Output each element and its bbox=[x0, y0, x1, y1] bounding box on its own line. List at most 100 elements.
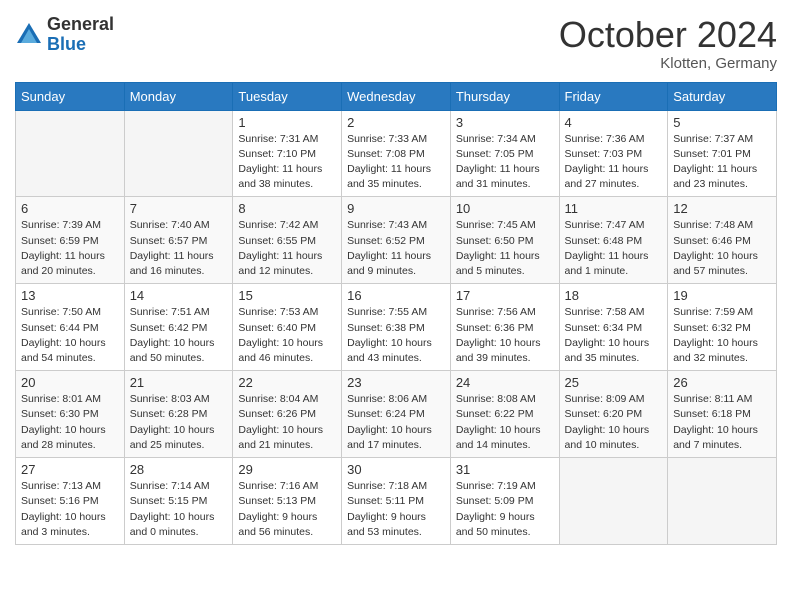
day-info: Sunrise: 7:47 AM Sunset: 6:48 PM Dayligh… bbox=[565, 218, 663, 279]
day-info: Sunrise: 8:08 AM Sunset: 6:22 PM Dayligh… bbox=[456, 392, 554, 453]
day-info: Sunrise: 7:55 AM Sunset: 6:38 PM Dayligh… bbox=[347, 305, 445, 366]
calendar-cell: 17 Sunrise: 7:56 AM Sunset: 6:36 PM Dayli… bbox=[450, 284, 559, 371]
calendar-cell: 12 Sunrise: 7:48 AM Sunset: 6:46 PM Dayli… bbox=[668, 197, 777, 284]
calendar-cell: 1Sunrise: 7:31 AM Sunset: 7:10 PM Daylig… bbox=[233, 110, 342, 197]
logo: General Blue bbox=[15, 15, 114, 55]
day-number: 11 bbox=[565, 201, 663, 216]
day-info: Sunrise: 7:58 AM Sunset: 6:34 PM Dayligh… bbox=[565, 305, 663, 366]
day-number: 10 bbox=[456, 201, 554, 216]
day-number: 5 bbox=[673, 115, 771, 130]
day-number: 9 bbox=[347, 201, 445, 216]
calendar-table: SundayMondayTuesdayWednesdayThursdayFrid… bbox=[15, 82, 777, 545]
day-info: Sunrise: 7:50 AM Sunset: 6:44 PM Dayligh… bbox=[21, 305, 119, 366]
day-info: Sunrise: 7:42 AM Sunset: 6:55 PM Dayligh… bbox=[238, 218, 336, 279]
day-info: Sunrise: 7:16 AM Sunset: 5:13 PM Dayligh… bbox=[238, 479, 336, 540]
logo-text: General Blue bbox=[47, 15, 114, 55]
calendar-cell: 16 Sunrise: 7:55 AM Sunset: 6:38 PM Dayli… bbox=[342, 284, 451, 371]
day-info: Sunrise: 8:03 AM Sunset: 6:28 PM Dayligh… bbox=[130, 392, 228, 453]
day-info: Sunrise: 7:37 AM Sunset: 7:01 PM Dayligh… bbox=[673, 132, 771, 193]
day-number: 24 bbox=[456, 375, 554, 390]
day-info: Sunrise: 7:56 AM Sunset: 6:36 PM Dayligh… bbox=[456, 305, 554, 366]
calendar-cell: 30 Sunrise: 7:18 AM Sunset: 5:11 PM Dayli… bbox=[342, 458, 451, 545]
day-number: 18 bbox=[565, 288, 663, 303]
calendar-cell: 29 Sunrise: 7:16 AM Sunset: 5:13 PM Dayli… bbox=[233, 458, 342, 545]
day-number: 29 bbox=[238, 462, 336, 477]
day-number: 19 bbox=[673, 288, 771, 303]
day-info: Sunrise: 7:43 AM Sunset: 6:52 PM Dayligh… bbox=[347, 218, 445, 279]
month-title: October 2024 bbox=[559, 15, 777, 55]
day-number: 20 bbox=[21, 375, 119, 390]
calendar-cell: 10Sunrise: 7:45 AM Sunset: 6:50 PM Dayli… bbox=[450, 197, 559, 284]
calendar-cell: 21 Sunrise: 8:03 AM Sunset: 6:28 PM Dayli… bbox=[124, 371, 233, 458]
header-row: SundayMondayTuesdayWednesdayThursdayFrid… bbox=[16, 82, 777, 110]
week-row-0: 1Sunrise: 7:31 AM Sunset: 7:10 PM Daylig… bbox=[16, 110, 777, 197]
calendar-cell bbox=[16, 110, 125, 197]
day-number: 16 bbox=[347, 288, 445, 303]
calendar-cell: 15 Sunrise: 7:53 AM Sunset: 6:40 PM Dayli… bbox=[233, 284, 342, 371]
day-info: Sunrise: 7:18 AM Sunset: 5:11 PM Dayligh… bbox=[347, 479, 445, 540]
week-row-4: 27 Sunrise: 7:13 AM Sunset: 5:16 PM Dayli… bbox=[16, 458, 777, 545]
calendar-cell bbox=[124, 110, 233, 197]
day-info: Sunrise: 7:13 AM Sunset: 5:16 PM Dayligh… bbox=[21, 479, 119, 540]
col-header-thursday: Thursday bbox=[450, 82, 559, 110]
calendar-cell bbox=[559, 458, 668, 545]
week-row-3: 20 Sunrise: 8:01 AM Sunset: 6:30 PM Dayli… bbox=[16, 371, 777, 458]
day-number: 3 bbox=[456, 115, 554, 130]
day-number: 25 bbox=[565, 375, 663, 390]
calendar-cell: 19 Sunrise: 7:59 AM Sunset: 6:32 PM Dayli… bbox=[668, 284, 777, 371]
day-info: Sunrise: 8:04 AM Sunset: 6:26 PM Dayligh… bbox=[238, 392, 336, 453]
title-block: October 2024 Klotten, Germany bbox=[559, 15, 777, 72]
day-number: 30 bbox=[347, 462, 445, 477]
day-info: Sunrise: 7:53 AM Sunset: 6:40 PM Dayligh… bbox=[238, 305, 336, 366]
header: General Blue October 2024 Klotten, Germa… bbox=[15, 15, 777, 72]
day-number: 8 bbox=[238, 201, 336, 216]
day-info: Sunrise: 7:59 AM Sunset: 6:32 PM Dayligh… bbox=[673, 305, 771, 366]
day-number: 22 bbox=[238, 375, 336, 390]
day-number: 1 bbox=[238, 115, 336, 130]
day-info: Sunrise: 8:06 AM Sunset: 6:24 PM Dayligh… bbox=[347, 392, 445, 453]
day-number: 7 bbox=[130, 201, 228, 216]
day-number: 13 bbox=[21, 288, 119, 303]
day-number: 27 bbox=[21, 462, 119, 477]
day-number: 26 bbox=[673, 375, 771, 390]
calendar-cell: 5 Sunrise: 7:37 AM Sunset: 7:01 PM Daylig… bbox=[668, 110, 777, 197]
logo-icon bbox=[15, 21, 43, 49]
week-row-1: 6Sunrise: 7:39 AM Sunset: 6:59 PM Daylig… bbox=[16, 197, 777, 284]
logo-general: General bbox=[47, 15, 114, 35]
calendar-cell: 31Sunrise: 7:19 AM Sunset: 5:09 PM Dayli… bbox=[450, 458, 559, 545]
day-number: 21 bbox=[130, 375, 228, 390]
col-header-wednesday: Wednesday bbox=[342, 82, 451, 110]
day-info: Sunrise: 7:40 AM Sunset: 6:57 PM Dayligh… bbox=[130, 218, 228, 279]
day-number: 12 bbox=[673, 201, 771, 216]
day-info: Sunrise: 8:09 AM Sunset: 6:20 PM Dayligh… bbox=[565, 392, 663, 453]
day-number: 17 bbox=[456, 288, 554, 303]
day-info: Sunrise: 7:34 AM Sunset: 7:05 PM Dayligh… bbox=[456, 132, 554, 193]
calendar-cell: 18 Sunrise: 7:58 AM Sunset: 6:34 PM Dayli… bbox=[559, 284, 668, 371]
calendar-cell: 9 Sunrise: 7:43 AM Sunset: 6:52 PM Daylig… bbox=[342, 197, 451, 284]
day-info: Sunrise: 8:01 AM Sunset: 6:30 PM Dayligh… bbox=[21, 392, 119, 453]
calendar-container: General Blue October 2024 Klotten, Germa… bbox=[0, 0, 792, 555]
calendar-cell bbox=[668, 458, 777, 545]
calendar-cell: 8 Sunrise: 7:42 AM Sunset: 6:55 PM Daylig… bbox=[233, 197, 342, 284]
calendar-cell: 22 Sunrise: 8:04 AM Sunset: 6:26 PM Dayli… bbox=[233, 371, 342, 458]
col-header-sunday: Sunday bbox=[16, 82, 125, 110]
calendar-cell: 14Sunrise: 7:51 AM Sunset: 6:42 PM Dayli… bbox=[124, 284, 233, 371]
day-info: Sunrise: 7:19 AM Sunset: 5:09 PM Dayligh… bbox=[456, 479, 554, 540]
logo-blue: Blue bbox=[47, 35, 114, 55]
calendar-cell: 28 Sunrise: 7:14 AM Sunset: 5:15 PM Dayli… bbox=[124, 458, 233, 545]
calendar-cell: 24 Sunrise: 8:08 AM Sunset: 6:22 PM Dayli… bbox=[450, 371, 559, 458]
day-number: 15 bbox=[238, 288, 336, 303]
col-header-tuesday: Tuesday bbox=[233, 82, 342, 110]
calendar-cell: 3 Sunrise: 7:34 AM Sunset: 7:05 PM Daylig… bbox=[450, 110, 559, 197]
day-info: Sunrise: 7:14 AM Sunset: 5:15 PM Dayligh… bbox=[130, 479, 228, 540]
day-info: Sunrise: 7:33 AM Sunset: 7:08 PM Dayligh… bbox=[347, 132, 445, 193]
day-info: Sunrise: 7:48 AM Sunset: 6:46 PM Dayligh… bbox=[673, 218, 771, 279]
calendar-cell: 7 Sunrise: 7:40 AM Sunset: 6:57 PM Daylig… bbox=[124, 197, 233, 284]
day-number: 2 bbox=[347, 115, 445, 130]
day-number: 14 bbox=[130, 288, 228, 303]
day-number: 23 bbox=[347, 375, 445, 390]
calendar-cell: 6Sunrise: 7:39 AM Sunset: 6:59 PM Daylig… bbox=[16, 197, 125, 284]
day-number: 28 bbox=[130, 462, 228, 477]
calendar-cell: 23 Sunrise: 8:06 AM Sunset: 6:24 PM Dayli… bbox=[342, 371, 451, 458]
day-info: Sunrise: 7:39 AM Sunset: 6:59 PM Dayligh… bbox=[21, 218, 119, 279]
